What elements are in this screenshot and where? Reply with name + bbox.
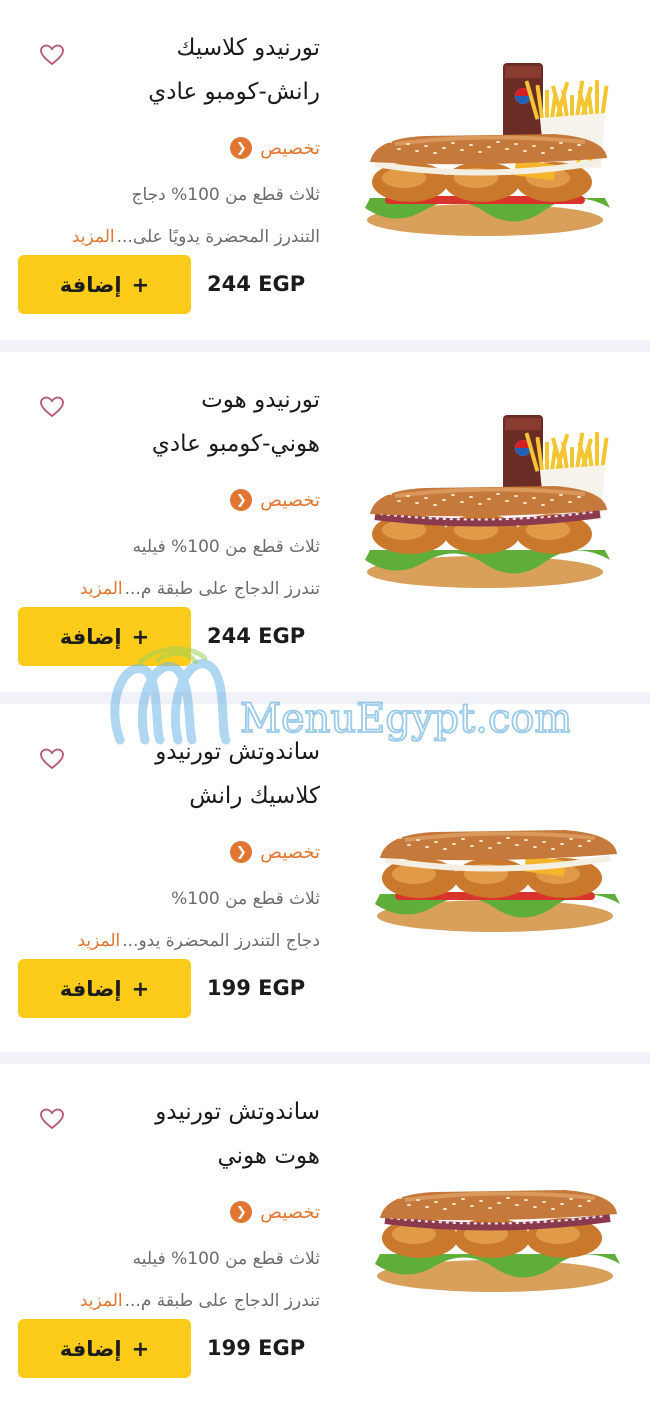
customize-label: تخصيص [260, 137, 320, 159]
customize-label: تخصيص [260, 489, 320, 511]
hot-honey-combo-sandwich-image[interactable] [355, 410, 620, 600]
item-price: 199 EGP [207, 976, 306, 1000]
item-description-line2: تندرز الدجاج على طبقة م...المزيد [20, 568, 320, 610]
item-description-line2-text: تندرز الدجاج على طبقة م... [124, 1291, 320, 1311]
item-title-line1: ساندوتش تورنيدو [155, 1099, 320, 1125]
favorite-heart-icon[interactable] [40, 44, 64, 66]
chevron-left-icon: ❮ [230, 841, 253, 863]
item-title: تورنيدو كلاسيك رانش-كومبو عادي [80, 26, 320, 114]
add-to-cart-button[interactable]: + إضافة [18, 1319, 191, 1378]
item-title-line1: تورنيدو هوت [201, 387, 320, 413]
more-link[interactable]: المزيد [80, 1291, 123, 1311]
item-description-line2: تندرز الدجاج على طبقة م...المزيد [20, 1280, 320, 1322]
item-title-line1: تورنيدو كلاسيك [176, 35, 321, 61]
item-price: 199 EGP [207, 1336, 306, 1360]
menu-item-card[interactable]: ساندوتش تورنيدو كلاسيك رانش تخصيص ❮ ثلاث قطع… [0, 704, 650, 1044]
item-title-line2: هوت هوني [217, 1143, 320, 1169]
add-button-label: إضافة [59, 624, 122, 649]
item-description: ثلاث قطع من 100% دجاج التندرز المحضرة يدو… [20, 878, 320, 962]
chevron-left-icon: ❮ [230, 137, 253, 159]
card-separator [0, 1052, 650, 1064]
item-description-line1: ثلاث قطع من 100% فيليه [132, 1249, 320, 1269]
add-to-cart-button[interactable]: + إضافة [18, 959, 191, 1018]
hot-honey-sandwich-image[interactable] [355, 1164, 620, 1354]
chevron-left-icon: ❮ [230, 1201, 253, 1223]
add-button-label: إضافة [59, 272, 122, 297]
item-description-line2-text: تندرز الدجاج على طبقة م... [124, 579, 320, 599]
menu-item-card[interactable]: تورنيدو كلاسيك رانش-كومبو عادي تخصيص ❮ ثلاث … [0, 0, 650, 340]
classic-ranch-combo-sandwich-image[interactable] [355, 58, 620, 248]
item-title-line1: ساندوتش تورنيدو [155, 739, 320, 765]
menu-item-card[interactable]: ساندوتش تورنيدو هوت هوني تخصيص ❮ ثلاث قطع من… [0, 1064, 650, 1404]
item-description: ثلاث قطع من 100% دجاج التندرز المحضرة يدو… [20, 174, 320, 258]
customize-button[interactable]: تخصيص ❮ [230, 838, 320, 866]
customize-button[interactable]: تخصيص ❮ [230, 486, 320, 514]
add-button-label: إضافة [59, 1336, 122, 1361]
customize-label: تخصيص [260, 841, 320, 863]
item-title: ساندوتش تورنيدو كلاسيك رانش [80, 730, 320, 818]
item-price: 244 EGP [207, 624, 306, 648]
item-title-line2: هوني-كومبو عادي [151, 431, 320, 457]
chevron-left-icon: ❮ [230, 489, 253, 511]
plus-icon: + [131, 976, 150, 1001]
favorite-heart-icon[interactable] [40, 748, 64, 770]
item-description-line2-text: التندرز المحضرة يدويًا على... [116, 227, 320, 247]
item-description-line1: ثلاث قطع من 100% فيليه [132, 537, 320, 557]
customize-button[interactable]: تخصيص ❮ [230, 134, 320, 162]
plus-icon: + [131, 1336, 150, 1361]
favorite-heart-icon[interactable] [40, 1108, 64, 1130]
item-price: 244 EGP [207, 272, 306, 296]
more-link[interactable]: المزيد [77, 931, 120, 951]
item-description: ثلاث قطع من 100% فيليه تندرز الدجاج على ط… [20, 526, 320, 610]
item-description-line2: دجاج التندرز المحضرة يدو...المزيد [20, 920, 320, 962]
item-title: تورنيدو هوت هوني-كومبو عادي [80, 378, 320, 466]
plus-icon: + [131, 624, 150, 649]
customize-button[interactable]: تخصيص ❮ [230, 1198, 320, 1226]
more-link[interactable]: المزيد [72, 227, 115, 247]
add-button-label: إضافة [59, 976, 122, 1001]
item-description-line1: ثلاث قطع من 100% دجاج [131, 185, 320, 205]
item-title: ساندوتش تورنيدو هوت هوني [80, 1090, 320, 1178]
add-to-cart-button[interactable]: + إضافة [18, 255, 191, 314]
item-description-line2-text: دجاج التندرز المحضرة يدو... [122, 931, 320, 951]
plus-icon: + [131, 272, 150, 297]
item-title-line2: رانش-كومبو عادي [148, 79, 320, 105]
item-description: ثلاث قطع من 100% فيليه تندرز الدجاج على ط… [20, 1238, 320, 1322]
more-link[interactable]: المزيد [80, 579, 123, 599]
favorite-heart-icon[interactable] [40, 396, 64, 418]
add-to-cart-button[interactable]: + إضافة [18, 607, 191, 666]
classic-ranch-sandwich-image[interactable] [355, 804, 620, 994]
customize-label: تخصيص [260, 1201, 320, 1223]
item-title-line2: كلاسيك رانش [189, 783, 320, 809]
card-separator [0, 692, 650, 704]
item-description-line1: ثلاث قطع من 100% [171, 889, 320, 909]
item-description-line2: التندرز المحضرة يدويًا على...المزيد [20, 216, 320, 258]
card-separator [0, 340, 650, 352]
menu-item-card[interactable]: تورنيدو هوت هوني-كومبو عادي تخصيص ❮ ثلاث قطع… [0, 352, 650, 692]
